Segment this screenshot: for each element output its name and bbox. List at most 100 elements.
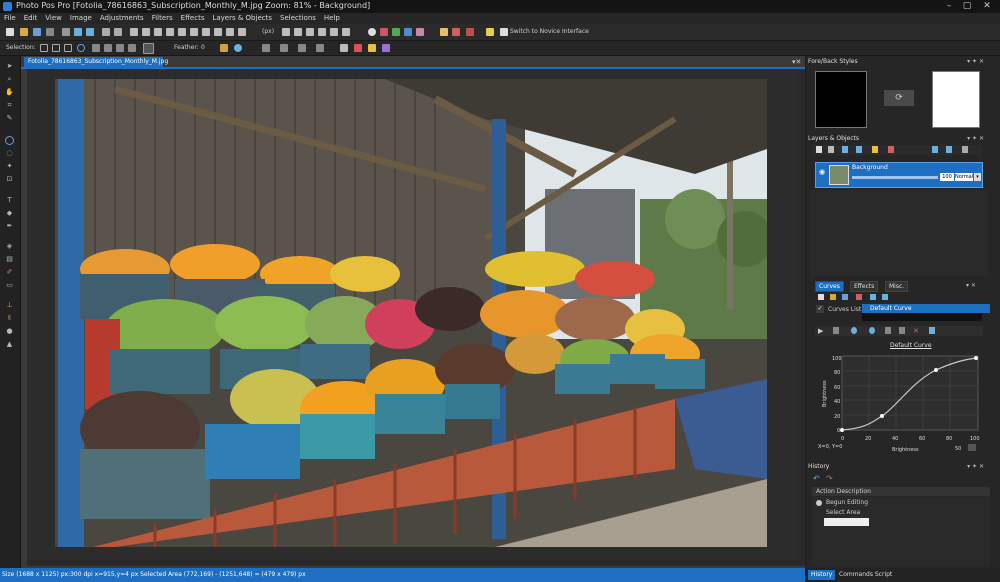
history-item[interactable]: Select Area [826,509,860,516]
stroke-select-icon[interactable] [382,44,390,52]
hue-icon[interactable] [404,28,412,36]
remove-point-icon[interactable]: ✕ [913,327,919,335]
blend-mode-select[interactable]: Normal [955,173,973,181]
text-tool-icon[interactable]: T [5,196,14,204]
curve-up-icon[interactable] [870,294,876,300]
visibility-eye-icon[interactable]: ◉ [819,168,827,176]
history-item[interactable]: Begun Editing [826,499,868,506]
delete-layer-icon[interactable] [888,146,894,153]
tab-effects[interactable]: Effects [850,281,879,292]
save-curve-icon[interactable] [842,294,848,300]
fullscreen-icon[interactable] [306,28,314,36]
menu-effects[interactable]: Effects [177,13,209,24]
smudge-tool-icon[interactable]: ✌ [5,314,14,322]
tab-curves[interactable]: Curves [815,281,844,292]
swap-colors-icon[interactable]: ⟳ [884,90,914,106]
opacity-slider[interactable] [852,176,938,179]
print-icon[interactable] [46,28,54,36]
curve-point[interactable] [880,414,884,418]
feather-input[interactable]: 0 [201,44,205,51]
preset-icon[interactable] [833,327,839,334]
minimize-button[interactable]: – [942,1,956,12]
preview-icon[interactable] [330,28,338,36]
apply-icon[interactable] [929,327,935,334]
close-document-icon[interactable]: ▾✕ [792,58,801,66]
curve-spin-button[interactable] [968,444,976,451]
history-current-step[interactable] [824,518,869,526]
novice-icon[interactable] [500,28,508,36]
canvas-icon[interactable] [178,28,186,36]
color-icon[interactable] [380,28,388,36]
zoom-tool-icon[interactable]: ⌕ [5,75,14,83]
units-label[interactable]: (px) [262,28,274,35]
undo-icon[interactable] [74,28,82,36]
delete-curve-icon[interactable] [856,294,862,300]
smooth-icon[interactable] [885,327,891,334]
menu-edit[interactable]: Edit [20,13,42,24]
layer-name[interactable]: Background [852,164,888,171]
effects-icon[interactable] [440,28,448,36]
lasso-tool-icon[interactable]: ◌ [5,149,14,157]
crop-tool-icon[interactable]: ⌗ [5,101,14,109]
panel-controls-icon[interactable]: ▾ ✦ ✕ [967,57,984,66]
move-tool-icon[interactable]: ➤ [5,62,14,70]
lightning-icon[interactable] [486,28,494,36]
copy-select-icon[interactable] [316,44,324,52]
frames-icon[interactable] [466,28,474,36]
polygon-select-icon[interactable] [104,44,112,52]
saturation-icon[interactable] [416,28,424,36]
curve-down-icon[interactable] [882,294,888,300]
merge-layers-icon[interactable] [872,146,878,153]
redo-history-icon[interactable]: ↷ [826,474,833,483]
fit-icon[interactable] [282,28,290,36]
flip-icon[interactable] [154,28,162,36]
curves-graph[interactable]: 100 80 60 40 20 0 0 20 40 60 80 100 Brig… [812,352,988,462]
tab-history[interactable]: History [808,570,836,580]
panel-controls-icon[interactable]: ▾ ✦ ✕ [967,462,984,471]
blur-tool-icon[interactable]: ● [5,327,14,335]
duplicate-layer-icon[interactable] [828,146,834,153]
open-curve-icon[interactable] [830,294,836,300]
menu-image[interactable]: Image [66,13,96,24]
ellipse-select-icon[interactable] [77,44,85,52]
new-layer-icon[interactable] [816,146,822,153]
redo-icon[interactable] [86,28,94,36]
sharpen-tool-icon[interactable]: ▲ [5,340,14,348]
subtract-select-icon[interactable] [64,44,72,52]
measure-icon[interactable] [226,28,234,36]
delete-select-icon[interactable] [354,44,362,52]
cut-icon[interactable] [62,28,70,36]
crop-select-icon[interactable] [340,44,348,52]
filters-icon[interactable] [452,28,460,36]
curve-point[interactable] [840,428,844,432]
deselect-icon[interactable] [298,44,306,52]
invert-select-icon[interactable] [262,44,270,52]
copy-icon[interactable] [102,28,110,36]
move-layer-down-icon[interactable] [856,146,862,153]
new-curve-icon[interactable] [818,294,824,300]
brush-select-icon[interactable] [128,44,136,52]
levels-icon[interactable] [392,28,400,36]
undo-history-icon[interactable]: ↶ [813,474,820,483]
add-select-icon[interactable] [52,44,60,52]
point-icon[interactable] [869,327,875,334]
zoom-in-icon[interactable] [202,28,210,36]
save-icon[interactable] [33,28,41,36]
menu-view[interactable]: View [41,13,66,24]
shape-tool-icon[interactable]: ◆ [5,209,14,217]
magic-wand-icon[interactable] [116,44,124,52]
new-file-icon[interactable] [6,28,14,36]
background-color-swatch[interactable] [932,71,980,128]
actual-size-icon[interactable] [294,28,302,36]
eyedropper-tool-icon[interactable]: ✎ [5,114,14,122]
compare-icon[interactable] [342,28,350,36]
vertical-scrollbar[interactable] [797,69,805,566]
novice-interface-label[interactable]: Switch to Novice Interface [510,28,589,35]
opacity-input[interactable]: 100 [940,173,954,181]
curves-list-select[interactable]: Default Curve [862,304,990,313]
maximize-button[interactable]: ▢ [960,1,974,12]
grid-icon[interactable] [190,28,198,36]
contrast-icon[interactable] [368,28,376,36]
channel-icon[interactable] [851,327,857,334]
gradient-tool-icon[interactable]: ▤ [5,255,14,263]
